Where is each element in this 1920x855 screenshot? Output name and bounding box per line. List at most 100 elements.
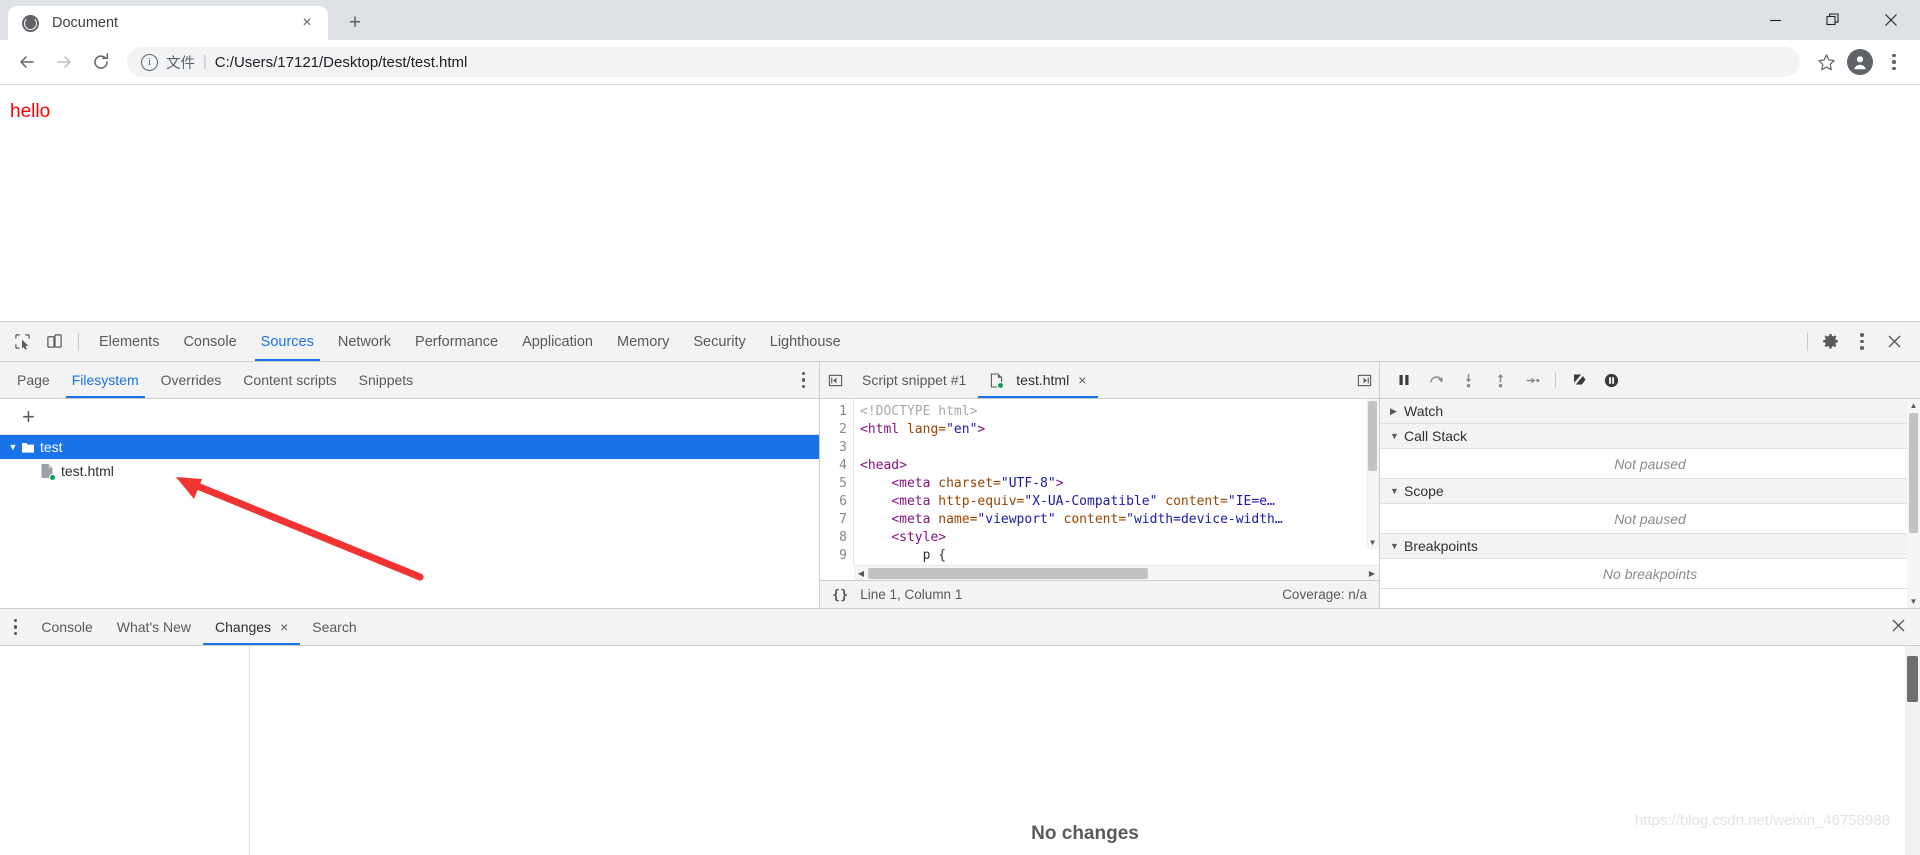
code-token: > bbox=[977, 422, 986, 437]
drawer-tab-search[interactable]: Search bbox=[300, 609, 368, 645]
chevron-down-icon[interactable]: ▼ bbox=[1390, 486, 1404, 496]
deactivate-breakpoints-icon[interactable] bbox=[1563, 364, 1595, 396]
subtab-filesystem[interactable]: Filesystem bbox=[61, 362, 150, 398]
devtools-toolbar-actions bbox=[1807, 328, 1920, 356]
code-line[interactable]: <html lang="en"> bbox=[860, 421, 1379, 439]
chevron-down-icon[interactable]: ▼ bbox=[6, 442, 20, 452]
minimize-icon[interactable] bbox=[1746, 0, 1804, 40]
section-header-scope[interactable]: ▼ Scope bbox=[1380, 479, 1920, 504]
chevron-down-icon[interactable]: ▼ bbox=[1390, 541, 1404, 551]
subtab-page[interactable]: Page bbox=[6, 362, 61, 398]
code-token: content= bbox=[1157, 494, 1228, 509]
editor-vertical-scrollbar[interactable]: ▲ ▼ bbox=[1366, 399, 1379, 549]
scrollbar-thumb[interactable] bbox=[868, 567, 1148, 579]
code-line[interactable]: <meta http-equiv="X-UA-Compatible" conte… bbox=[860, 493, 1379, 511]
code-token: <html bbox=[860, 422, 907, 437]
drawer-tab-close-icon[interactable]: × bbox=[280, 619, 288, 635]
step-out-icon[interactable] bbox=[1484, 364, 1516, 396]
drawer-close-icon[interactable] bbox=[1891, 618, 1906, 636]
scrollbar-thumb[interactable] bbox=[1368, 401, 1377, 471]
inspect-element-icon[interactable] bbox=[8, 328, 36, 356]
tab-lighthouse[interactable]: Lighthouse bbox=[758, 322, 853, 361]
drawer-tab-changes[interactable]: Changes × bbox=[203, 609, 301, 645]
drawer-tab-label: Changes bbox=[215, 619, 272, 635]
kebab-menu-icon[interactable] bbox=[1878, 46, 1910, 78]
tree-row-folder-test[interactable]: ▼ test bbox=[0, 435, 819, 459]
browser-tab-document[interactable]: Document × bbox=[8, 6, 328, 40]
close-icon[interactable] bbox=[1862, 0, 1920, 40]
subtab-content-scripts[interactable]: Content scripts bbox=[232, 362, 347, 398]
tab-security[interactable]: Security bbox=[681, 322, 757, 361]
back-icon[interactable] bbox=[10, 45, 44, 79]
chevron-down-icon[interactable]: ▼ bbox=[1390, 431, 1404, 441]
step-over-icon[interactable] bbox=[1420, 364, 1452, 396]
code-content[interactable]: <!DOCTYPE html> <html lang="en"> <head> <… bbox=[854, 399, 1379, 565]
code-line[interactable]: <head> bbox=[860, 457, 1379, 475]
restore-icon[interactable] bbox=[1804, 0, 1862, 40]
code-line[interactable]: <style> bbox=[860, 529, 1379, 547]
kebab-menu-icon[interactable] bbox=[1848, 328, 1876, 356]
next-tab-icon[interactable] bbox=[1349, 362, 1379, 398]
section-header-watch[interactable]: ▶ Watch bbox=[1380, 399, 1920, 424]
step-into-icon[interactable] bbox=[1452, 364, 1484, 396]
scrollbar-thumb[interactable] bbox=[1909, 413, 1918, 533]
tab-performance[interactable]: Performance bbox=[403, 322, 510, 361]
chevron-right-icon[interactable]: ▶ bbox=[1390, 406, 1404, 417]
new-tab-button[interactable]: + bbox=[338, 6, 372, 40]
page-scrollbar[interactable] bbox=[1905, 646, 1920, 855]
previous-tab-icon[interactable] bbox=[820, 362, 850, 398]
code-token: p { bbox=[860, 548, 947, 563]
tab-sources[interactable]: Sources bbox=[249, 322, 326, 361]
section-header-call-stack[interactable]: ▼ Call Stack bbox=[1380, 424, 1920, 449]
kebab-menu-icon[interactable] bbox=[801, 371, 805, 389]
reload-icon[interactable] bbox=[84, 45, 118, 79]
forward-icon[interactable] bbox=[47, 45, 81, 79]
debugger-scrollbar[interactable]: ▲ ▼ bbox=[1907, 399, 1920, 608]
tab-elements[interactable]: Elements bbox=[87, 322, 171, 361]
editor-status-bar: {} Line 1, Column 1 Coverage: n/a bbox=[820, 580, 1379, 608]
tree-row-file-test-html[interactable]: test.html bbox=[0, 459, 819, 483]
tab-network[interactable]: Network bbox=[326, 322, 403, 361]
section-header-breakpoints[interactable]: ▼ Breakpoints bbox=[1380, 534, 1920, 559]
close-icon[interactable] bbox=[1880, 328, 1908, 356]
subtab-overrides[interactable]: Overrides bbox=[150, 362, 233, 398]
scroll-down-icon[interactable]: ▼ bbox=[1366, 536, 1379, 549]
code-token: "X-UA-Compatible" bbox=[1024, 494, 1158, 509]
scroll-right-icon[interactable]: ▶ bbox=[1365, 566, 1379, 581]
tab-memory[interactable]: Memory bbox=[605, 322, 681, 361]
kebab-menu-icon[interactable] bbox=[14, 618, 18, 636]
tab-console[interactable]: Console bbox=[171, 322, 248, 361]
pause-icon[interactable] bbox=[1388, 364, 1420, 396]
code-line[interactable]: <meta charset="UTF-8"> bbox=[860, 475, 1379, 493]
editor-tab-test-html[interactable]: test.html × bbox=[978, 362, 1099, 398]
star-icon[interactable] bbox=[1810, 46, 1842, 78]
editor-tab-close-icon[interactable]: × bbox=[1078, 372, 1086, 388]
tab-application[interactable]: Application bbox=[510, 322, 605, 361]
format-code-icon[interactable]: {} bbox=[832, 587, 848, 603]
address-bar[interactable]: i 文件 | C:/Users/17121/Desktop/test/test.… bbox=[127, 47, 1800, 77]
device-toolbar-icon[interactable] bbox=[40, 328, 68, 356]
changes-file-list[interactable] bbox=[0, 646, 250, 855]
code-line[interactable]: <!DOCTYPE html> bbox=[860, 403, 1379, 421]
add-folder-row[interactable]: + bbox=[0, 399, 819, 435]
scroll-down-icon[interactable]: ▼ bbox=[1907, 595, 1920, 608]
gear-icon[interactable] bbox=[1816, 328, 1844, 356]
editor-tab-script-snippet[interactable]: Script snippet #1 bbox=[850, 362, 978, 398]
drawer-tab-console[interactable]: Console bbox=[29, 609, 104, 645]
tab-close-icon[interactable]: × bbox=[296, 12, 318, 34]
code-line[interactable] bbox=[860, 439, 1379, 457]
drawer-tab-whats-new[interactable]: What's New bbox=[105, 609, 203, 645]
editor-horizontal-scrollbar[interactable]: ◀ ▶ bbox=[854, 565, 1379, 580]
subtab-snippets[interactable]: Snippets bbox=[348, 362, 424, 398]
plus-icon[interactable]: + bbox=[22, 405, 35, 428]
account-avatar-icon[interactable] bbox=[1844, 46, 1876, 78]
scroll-left-icon[interactable]: ◀ bbox=[854, 566, 868, 581]
code-editor[interactable]: 12345678910 <!DOCTYPE html><html lang="e… bbox=[820, 399, 1379, 565]
code-line[interactable]: <meta name="viewport" content="width=dev… bbox=[860, 511, 1379, 529]
page-info-icon[interactable]: i bbox=[141, 53, 158, 71]
step-icon[interactable] bbox=[1516, 364, 1548, 396]
code-line[interactable]: p { bbox=[860, 547, 1379, 565]
pause-on-exceptions-icon[interactable] bbox=[1595, 364, 1627, 396]
scrollbar-thumb[interactable] bbox=[1907, 656, 1918, 702]
scroll-up-icon[interactable]: ▲ bbox=[1907, 399, 1920, 412]
